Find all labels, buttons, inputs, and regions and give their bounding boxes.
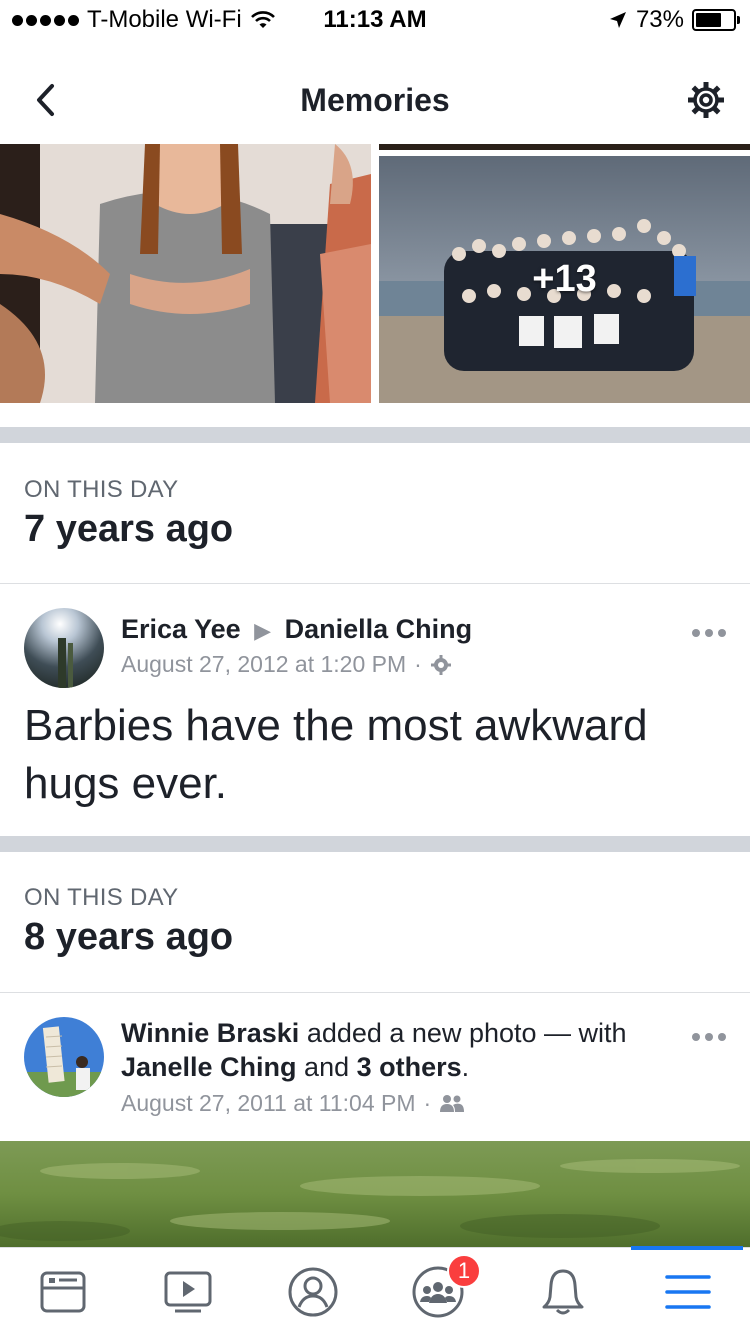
dot-separator: ·: [414, 651, 422, 677]
bell-icon: [542, 1269, 583, 1314]
years-ago-heading: 8 years ago: [24, 916, 234, 958]
on-this-day-label: ON THIS DAY: [24, 884, 179, 911]
status-bar-right: 73%: [608, 6, 740, 34]
author-name[interactable]: Winnie Braski: [121, 1018, 299, 1048]
profile-icon: [288, 1267, 337, 1316]
friends-audience-icon: [440, 1094, 465, 1112]
bottom-tab-bar: 1: [0, 1246, 750, 1334]
more-options-icon[interactable]: [692, 626, 728, 640]
photo-strip: [379, 144, 750, 150]
arrow-right-icon: ▶: [254, 618, 272, 643]
notification-badge: 1: [447, 1254, 481, 1288]
memory-photo-right[interactable]: +13: [379, 156, 750, 403]
author-name[interactable]: Erica Yee: [121, 614, 241, 644]
tab-watch[interactable]: [125, 1248, 250, 1334]
tab-news-feed[interactable]: [0, 1248, 125, 1334]
status-bar: T-Mobile Wi-Fi 11:13 AM 73%: [0, 0, 750, 40]
tab-notifications[interactable]: [500, 1248, 625, 1334]
target-name[interactable]: Daniella Ching: [285, 614, 473, 644]
post-meta: August 27, 2011 at 11:04 PM ·: [121, 1090, 465, 1117]
post-action: added a new photo — with: [299, 1018, 627, 1048]
gear-icon: [688, 82, 724, 118]
divider: [0, 583, 750, 584]
post-timestamp[interactable]: August 27, 2012 at 1:20 PM: [121, 651, 406, 678]
more-options-icon[interactable]: [692, 1030, 728, 1044]
avatar-image: [24, 608, 104, 688]
memory-photo-bottom[interactable]: [0, 1141, 750, 1247]
avatar[interactable]: [24, 1017, 104, 1097]
post-timestamp[interactable]: August 27, 2011 at 11:04 PM: [121, 1090, 416, 1117]
signal-strength-icon: [12, 14, 79, 26]
tab-profile[interactable]: [250, 1248, 375, 1334]
period: .: [461, 1052, 470, 1082]
avatar[interactable]: [24, 608, 104, 688]
news-feed-icon: [40, 1271, 85, 1312]
tab-menu[interactable]: [625, 1248, 750, 1334]
others-link[interactable]: 3 others: [357, 1052, 462, 1082]
years-ago-heading: 7 years ago: [24, 508, 234, 550]
post-meta: August 27, 2012 at 1:20 PM ·: [121, 651, 452, 678]
group-photo-image: [0, 144, 371, 403]
on-this-day-label: ON THIS DAY: [24, 476, 179, 503]
settings-button[interactable]: [684, 78, 728, 122]
section-divider: [0, 427, 750, 443]
carrier-label: T-Mobile Wi-Fi: [87, 6, 242, 33]
section-divider: [0, 836, 750, 852]
divider: [0, 992, 750, 993]
and-text: and: [296, 1052, 357, 1082]
page-title: Memories: [300, 82, 450, 118]
post-header: Erica Yee ▶ Daniella Ching: [121, 612, 472, 648]
water-photo-image: [0, 1141, 750, 1247]
battery-icon: [692, 9, 740, 31]
tagged-name[interactable]: Janelle Ching: [121, 1052, 297, 1082]
tab-groups[interactable]: 1: [375, 1248, 500, 1334]
battery-percent: 73%: [635, 6, 684, 33]
video-icon: [164, 1271, 211, 1312]
wifi-icon: [250, 11, 275, 28]
memory-photo-left[interactable]: [0, 144, 371, 403]
post-header: Winnie Braski added a new photo — with J…: [121, 1016, 681, 1084]
status-bar-left: T-Mobile Wi-Fi: [12, 6, 276, 34]
nav-bar: Memories: [0, 40, 750, 144]
location-arrow-icon: [609, 12, 626, 28]
more-photos-count: +13: [532, 258, 597, 300]
dot-separator: ·: [423, 1090, 432, 1116]
post-text: Barbies have the most awkward hugs ever.: [24, 701, 648, 808]
avatar-image: [24, 1017, 104, 1097]
privacy-gear-icon: [430, 654, 451, 675]
hamburger-menu-icon: [664, 1274, 711, 1309]
